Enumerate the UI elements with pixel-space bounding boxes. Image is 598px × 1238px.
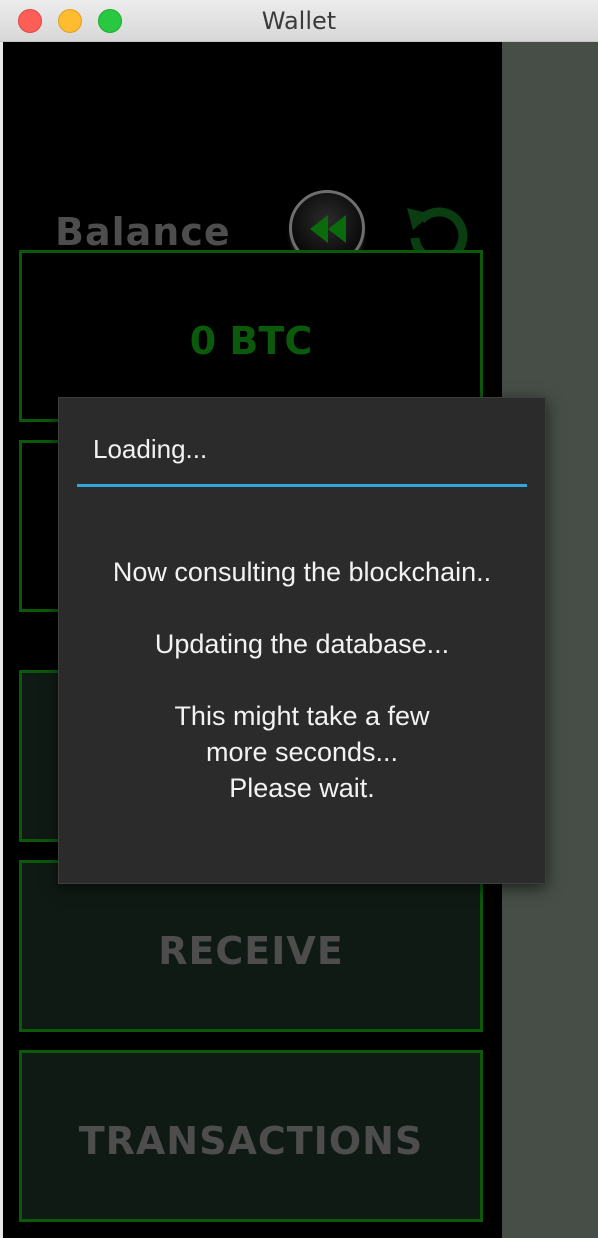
transactions-button-label: TRANSACTIONS: [78, 1119, 424, 1163]
dialog-line-database: Updating the database...: [154, 629, 450, 659]
loading-dialog: Loading... Now consulting the blockchain…: [58, 397, 546, 884]
balance-amount: 0 BTC: [189, 319, 313, 363]
dialog-title: Loading...: [93, 434, 208, 464]
dialog-message: Now consulting the blockchain.. Updating…: [59, 554, 545, 806]
dialog-line-wait-2: more seconds...: [205, 737, 399, 767]
dialog-line-blockchain: Now consulting the blockchain..: [112, 557, 492, 587]
receive-button[interactable]: RECEIVE: [19, 860, 483, 1032]
transactions-button[interactable]: TRANSACTIONS: [19, 1050, 483, 1222]
rewind-icon: [310, 215, 346, 243]
dialog-line-wait-3: Please wait.: [229, 773, 375, 803]
balance-label: Balance: [55, 210, 231, 254]
dialog-line-wait-1: This might take a few: [174, 701, 430, 731]
window-titlebar: Wallet: [0, 0, 598, 42]
window-title: Wallet: [261, 7, 337, 35]
dialog-divider: [77, 484, 527, 487]
receive-button-label: RECEIVE: [158, 929, 344, 973]
